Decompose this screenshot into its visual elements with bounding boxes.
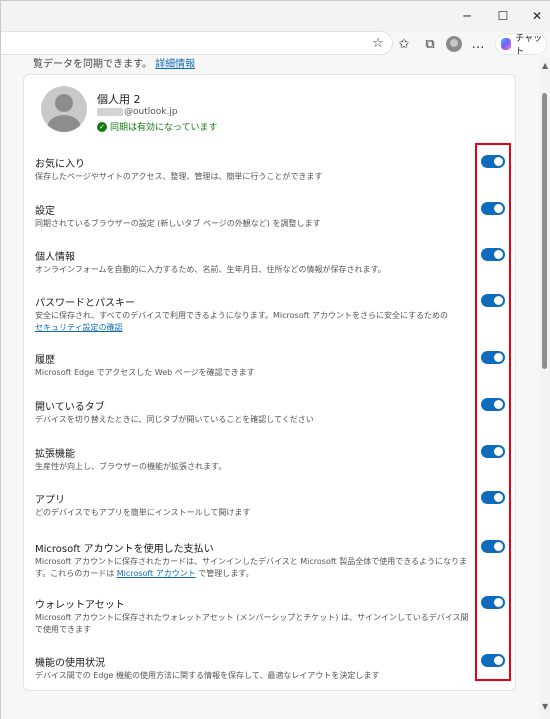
maximize-button[interactable]: ☐ (485, 1, 521, 31)
scroll-down-arrow-icon[interactable]: ▼ (542, 702, 548, 711)
open-tabs-desc: デバイスを切り替えたときに、同じタブが開いていることを確認してください (35, 415, 314, 424)
payments-desc: Microsoft アカウントに保存されたカードは、サインインしたデバイスと M… (35, 556, 475, 580)
apps-title: アプリ (35, 495, 65, 506)
payments-desc-after: で管理します。 (198, 569, 254, 578)
address-bar[interactable]: ☆ (1, 31, 393, 55)
chat-label: チャット (515, 34, 543, 57)
sync-status: ✓ 同期は有効になっています (97, 120, 218, 133)
title-bar: ─ ☐ ✕ (1, 1, 550, 31)
payments-title: Microsoft アカウントを使用した支払い (35, 544, 214, 555)
check-icon: ✓ (97, 121, 107, 132)
browser-window: ─ ☐ ✕ ☆ ✩ ⧉ … チャット 覧データを同期できます。 詳細情報 ▲ ▼… (0, 0, 550, 719)
history-desc: Microsoft Edge でアクセスした Web ページを確認できます (35, 368, 255, 377)
apps-desc: どのデバイスでもアプリを簡単にインストールして開けます (35, 508, 251, 517)
favorites-icon[interactable]: ✩ (395, 35, 413, 53)
wallet-title: ウォレットアセット (35, 600, 125, 611)
email-redacted (97, 108, 123, 116)
minimize-button[interactable]: ─ (449, 1, 485, 31)
profile-avatar (41, 86, 87, 132)
profile-icon[interactable] (445, 35, 463, 53)
personal-info-title: 個人情報 (35, 252, 75, 263)
usage-title: 機能の使用状況 (35, 658, 105, 669)
favorites-desc: 保存したページやサイトのアクセス、整理、管理は、簡単に行うことができます (35, 172, 323, 181)
personal-info-desc: オンラインフォームを自動的に入力するため、名前、生年月日、住所などの情報が保存さ… (35, 265, 386, 274)
settings-desc: 同期されているブラウザーの設定 (新しいタブ ページの外観など) を調整します (35, 219, 321, 228)
extensions-title: 拡張機能 (35, 449, 75, 460)
sync-status-text: 同期は有効になっています (110, 123, 218, 133)
copilot-chat-button[interactable]: チャット (495, 33, 547, 57)
scrollbar-thumb[interactable] (542, 93, 547, 369)
passwords-desc-text: 安全に保存され、すべてのデバイスで利用できるようになります。Microsoft … (35, 311, 449, 320)
copilot-icon (501, 38, 512, 50)
microsoft-account-link[interactable]: Microsoft アカウント (117, 569, 196, 578)
passwords-title: パスワードとパスキー (35, 298, 135, 309)
extensions-desc: 生産性が向上し、ブラウザーの機能が拡張されます。 (35, 462, 227, 471)
profile-email: @outlook.jp (97, 107, 178, 117)
star-favorite-icon[interactable]: ☆ (369, 34, 387, 52)
passwords-desc: 安全に保存され、すべてのデバイスで利用できるようになります。Microsoft … (35, 310, 475, 334)
learn-more-link[interactable]: 詳細情報 (155, 59, 195, 70)
more-menu-icon[interactable]: … (469, 35, 487, 53)
security-settings-link[interactable]: セキュリティ設定の確認 (35, 323, 123, 332)
favorites-title: お気に入り (35, 159, 85, 170)
open-tabs-title: 開いているタブ (35, 402, 105, 413)
collections-icon[interactable]: ⧉ (421, 35, 439, 53)
history-title: 履歴 (35, 355, 55, 366)
browser-toolbar: ☆ ✩ ⧉ … チャット (1, 31, 550, 57)
intro-text: 覧データを同期できます。 詳細情報 (33, 57, 195, 70)
profile-email-domain: @outlook.jp (124, 107, 178, 117)
settings-title: 設定 (35, 206, 55, 217)
close-button[interactable]: ✕ (519, 1, 550, 31)
scroll-up-arrow-icon[interactable]: ▲ (542, 61, 548, 70)
intro-text-body: 覧データを同期できます。 (33, 59, 152, 70)
profile-name: 個人用 2 (97, 93, 141, 106)
toggle-highlight-box (475, 143, 511, 681)
wallet-desc: Microsoft アカウントに保存されたウォレットアセット (メンバーシップと… (35, 613, 469, 634)
usage-desc: デバイス間での Edge 機能の使用方法に関する情報を保存して、最適なレイアウト… (35, 671, 380, 680)
